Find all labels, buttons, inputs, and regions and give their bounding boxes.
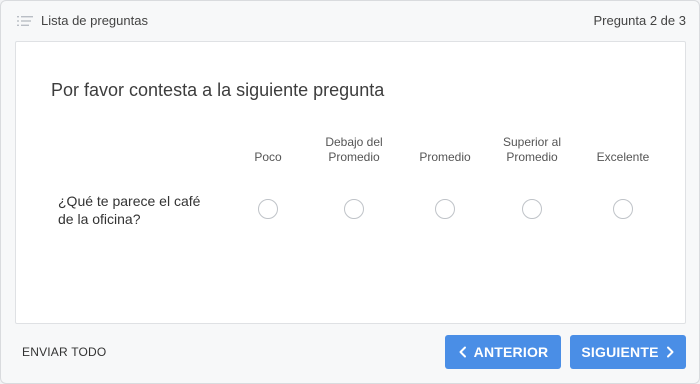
survey-window: Lista de preguntas Pregunta 2 de 3 Por f… — [0, 0, 700, 384]
list-icon — [17, 15, 33, 26]
column-label-text: Debajo del Promedio — [325, 135, 383, 164]
column-label-poco: Poco — [218, 133, 318, 165]
previous-button[interactable]: ANTERIOR — [445, 335, 561, 369]
radio-excelente[interactable] — [613, 199, 633, 219]
column-label-superior-al-promedio: Superior al Promedio — [482, 133, 582, 165]
column-label-text: Superior al Promedio — [502, 135, 562, 164]
send-all-button[interactable]: ENVIAR TODO — [22, 345, 106, 359]
column-label-debajo-del-promedio: Debajo del Promedio — [304, 133, 404, 165]
question-card: Por favor contesta a la siguiente pregun… — [15, 41, 686, 324]
previous-button-label: ANTERIOR — [473, 344, 549, 360]
question-row-label: ¿Qué te parece el café de la oficina? — [58, 193, 201, 227]
column-label-text: Excelente — [596, 150, 650, 164]
next-button[interactable]: SIGUIENTE — [570, 335, 686, 369]
column-label-text: Promedio — [419, 150, 471, 164]
radio-poco[interactable] — [258, 199, 278, 219]
radio-superior-al-promedio[interactable] — [522, 199, 542, 219]
question-list-button[interactable]: Lista de preguntas — [17, 13, 148, 28]
top-bar: Lista de preguntas Pregunta 2 de 3 — [1, 1, 699, 41]
chevron-left-icon — [459, 346, 466, 358]
column-label-text: Poco — [254, 150, 282, 164]
radio-debajo-del-promedio[interactable] — [344, 199, 364, 219]
radio-promedio[interactable] — [435, 199, 455, 219]
chevron-right-icon — [666, 346, 674, 358]
question-list-label: Lista de preguntas — [41, 13, 148, 28]
column-label-excelente: Excelente — [573, 133, 673, 165]
question-counter: Pregunta 2 de 3 — [593, 13, 686, 28]
page-title: Por favor contesta a la siguiente pregun… — [51, 80, 385, 100]
column-label-promedio: Promedio — [395, 133, 495, 165]
next-button-label: SIGUIENTE — [581, 344, 659, 360]
